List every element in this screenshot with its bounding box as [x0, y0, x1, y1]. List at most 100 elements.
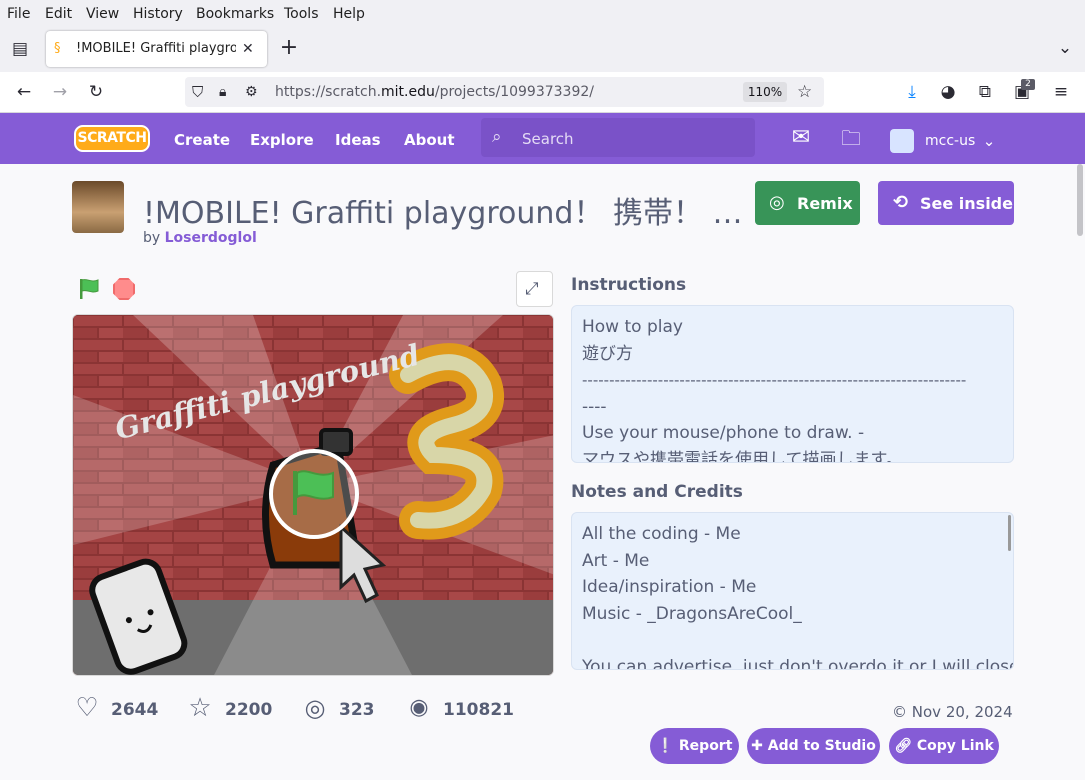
see-inside-icon: ⟲: [893, 192, 909, 213]
notes-scrollbar[interactable]: [1008, 515, 1011, 551]
shield-icon[interactable]: ⛉: [192, 82, 203, 102]
menu-bar: File Edit View History Bookmarks Tools H…: [0, 0, 1085, 28]
project-stage[interactable]: Graffiti playground: [72, 314, 554, 676]
by-label: by: [143, 230, 161, 246]
my-stuff-folder-icon[interactable]: 🗀: [838, 128, 864, 148]
notes-line: All the coding - Me: [582, 524, 741, 544]
add-to-studio-button[interactable]: ✚ Add to Studio: [747, 728, 880, 764]
username[interactable]: mcc-us: [925, 133, 975, 149]
list-tabs-chevron-icon[interactable]: ⌄: [1055, 38, 1075, 58]
menu-file[interactable]: File: [7, 6, 30, 22]
remix-icon: ◎: [769, 192, 785, 213]
view-count: 110821: [443, 700, 514, 720]
plus-icon: ✚: [751, 738, 763, 754]
remix-count: 323: [339, 700, 375, 720]
notes-line: Music - _DragonsAreCool_: [582, 603, 802, 624]
project-byline: by Loserdoglol: [143, 230, 257, 246]
report-label: Report: [678, 738, 733, 754]
see-inside-button[interactable]: ⟲ See inside: [878, 181, 1014, 225]
messages-envelope-icon[interactable]: ✉: [788, 127, 814, 149]
url-text[interactable]: https://scratch.mit.edu/projects/1099373…: [275, 84, 594, 100]
project-title: !MOBILE! Graffiti playground！ 携帯！ …: [143, 196, 743, 231]
instructions-heading: Instructions: [571, 275, 687, 295]
user-avatar[interactable]: [890, 129, 914, 153]
url-domain: mit.edu: [381, 84, 435, 100]
copy-link-label: Copy Link: [916, 738, 994, 754]
fullscreen-icon: ⤢: [525, 279, 539, 299]
permissions-icon[interactable]: ⚙: [245, 82, 258, 102]
url-path: /projects/1099373392/: [434, 84, 594, 100]
play-overlay-button[interactable]: [269, 449, 359, 539]
favorite-star-icon[interactable]: ☆: [187, 695, 213, 721]
remix-count-icon: ◎: [304, 694, 326, 722]
love-count: 2644: [111, 700, 159, 720]
lock-icon[interactable]: 🔒︎: [219, 82, 226, 102]
new-tab-icon[interactable]: +: [279, 37, 299, 59]
link-icon: 🔗︎: [894, 738, 912, 754]
see-inside-label: See inside: [920, 194, 1013, 213]
forward-icon[interactable]: →: [50, 82, 70, 102]
menu-edit[interactable]: Edit: [45, 6, 72, 22]
extensions-puzzle-icon[interactable]: ⧉: [975, 82, 995, 102]
menu-help[interactable]: Help: [333, 6, 365, 22]
love-heart-icon[interactable]: ♡: [74, 695, 100, 721]
tab-overview-icon[interactable]: ▤: [10, 39, 30, 59]
remix-button[interactable]: ◎ Remix: [755, 181, 860, 225]
notes-box[interactable]: All the coding - Me Art - Me Idea/inspir…: [571, 512, 1014, 670]
share-date: © Nov 20, 2024: [892, 703, 1013, 721]
report-icon: ❕: [656, 738, 675, 754]
copyright-icon: ©: [892, 703, 907, 721]
notes-heading: Notes and Credits: [571, 482, 743, 502]
bookmark-star-icon[interactable]: ☆: [797, 82, 812, 102]
instructions-line: How to play: [582, 317, 683, 337]
menu-view[interactable]: View: [86, 6, 119, 22]
close-tab-icon[interactable]: ✕: [242, 39, 254, 59]
copy-link-button[interactable]: 🔗︎ Copy Link: [889, 728, 999, 764]
notes-line: Art - Me: [582, 550, 650, 571]
instructions-box[interactable]: How to play 遊び方 ------------------------…: [571, 305, 1014, 463]
back-icon[interactable]: ←: [14, 82, 34, 102]
favorite-count: 2200: [225, 700, 273, 720]
tab-title: !MOBILE! Graffiti playground: [76, 41, 236, 56]
notes-line: Idea/inspiration - Me: [582, 577, 757, 597]
page-scrollbar[interactable]: [1077, 164, 1083, 236]
scratch-logo[interactable]: SCRATCH: [74, 125, 150, 152]
zoom-level[interactable]: 110%: [743, 82, 787, 102]
url-prefix: https://scratch.: [275, 84, 382, 100]
menu-bookmarks[interactable]: Bookmarks: [196, 6, 274, 22]
account-chevron-down-icon[interactable]: ⌄: [980, 131, 998, 151]
url-bar[interactable]: ⛉ 🔒︎ ⚙ https://scratch.mit.edu/projects/…: [185, 77, 824, 107]
notes-line: You can advertise, just don't overdo it …: [582, 656, 1014, 670]
nav-create[interactable]: Create: [174, 131, 230, 149]
extension-count-badge: 2: [1021, 79, 1035, 90]
scratch-favicon-icon: §: [54, 41, 61, 56]
date-text: Nov 20, 2024: [911, 703, 1013, 721]
search-input[interactable]: ⌕ Search: [481, 118, 755, 157]
nav-about[interactable]: About: [404, 131, 455, 149]
green-flag-icon[interactable]: [78, 278, 100, 300]
extension-icon[interactable]: ◕: [938, 82, 958, 102]
instructions-line: マウスや携帯電話を使用して描画します。: [582, 449, 903, 463]
author-avatar[interactable]: [72, 181, 124, 233]
remix-label: Remix: [797, 194, 853, 213]
fullscreen-button[interactable]: ⤢: [516, 271, 553, 307]
nav-explore[interactable]: Explore: [250, 131, 314, 149]
search-icon: ⌕: [492, 127, 502, 147]
browser-tab[interactable]: § !MOBILE! Graffiti playground ✕: [46, 31, 267, 67]
downloads-icon[interactable]: ⤓: [902, 82, 922, 102]
report-button[interactable]: ❕ Report: [650, 728, 739, 764]
menu-history[interactable]: History: [133, 6, 183, 22]
add-to-studio-label: Add to Studio: [767, 738, 876, 754]
hamburger-menu-icon[interactable]: ≡: [1051, 82, 1071, 102]
author-link[interactable]: Loserdoglol: [165, 230, 257, 246]
stop-icon[interactable]: [113, 278, 135, 300]
notes-line: [582, 627, 1003, 654]
instructions-line: ----: [582, 396, 607, 417]
nav-ideas[interactable]: Ideas: [335, 131, 381, 149]
views-eye-icon: ◉: [409, 695, 429, 720]
reload-icon[interactable]: ↻: [86, 82, 106, 102]
instructions-line: ----------------------------------------…: [582, 371, 967, 389]
search-placeholder: Search: [522, 130, 574, 148]
menu-tools[interactable]: Tools: [284, 6, 319, 22]
instructions-line: Use your mouse/phone to draw. -: [582, 423, 865, 443]
